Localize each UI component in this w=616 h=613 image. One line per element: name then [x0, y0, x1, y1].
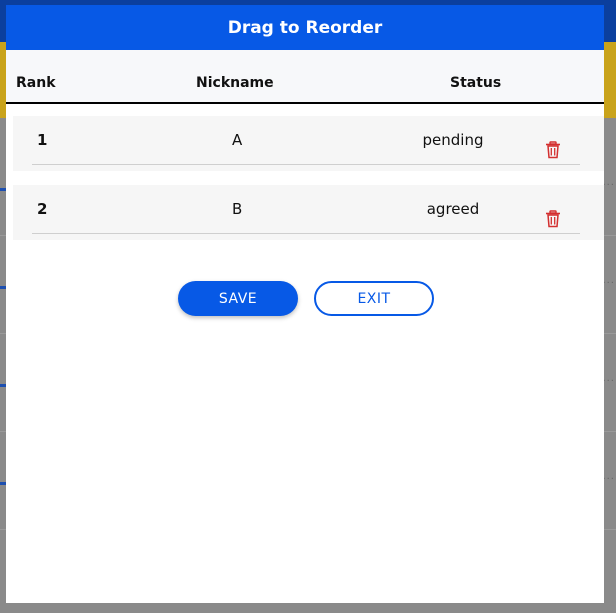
row-divider	[32, 164, 580, 165]
trash-icon[interactable]	[545, 199, 565, 228]
background-more-icon: ···	[602, 278, 615, 289]
table-row[interactable]: 1 A pending	[13, 116, 604, 171]
background-more-icon: ···	[602, 474, 615, 485]
reorder-modal: Drag to Reorder Rank Nickname Status 1 A…	[6, 5, 604, 603]
background-more-icon: ···	[602, 180, 615, 191]
trash-icon[interactable]	[545, 130, 565, 159]
table-row[interactable]: 2 B agreed	[13, 185, 604, 240]
exit-button[interactable]: EXIT	[314, 281, 434, 316]
row-nickname: A	[232, 131, 243, 149]
row-status: pending	[422, 131, 484, 149]
save-button[interactable]: SAVE	[178, 281, 298, 316]
row-rank: 2	[37, 200, 48, 218]
column-header-rank: Rank	[16, 75, 56, 91]
row-status: agreed	[426, 200, 480, 218]
column-header-status: Status	[450, 75, 502, 91]
row-rank: 1	[37, 131, 48, 149]
background-more-icon: ···	[602, 376, 615, 387]
row-divider	[32, 233, 580, 234]
row-nickname: B	[232, 200, 243, 218]
modal-title: Drag to Reorder	[6, 5, 604, 50]
table-header: Rank Nickname Status	[6, 50, 604, 104]
column-header-nickname: Nickname	[196, 75, 274, 91]
